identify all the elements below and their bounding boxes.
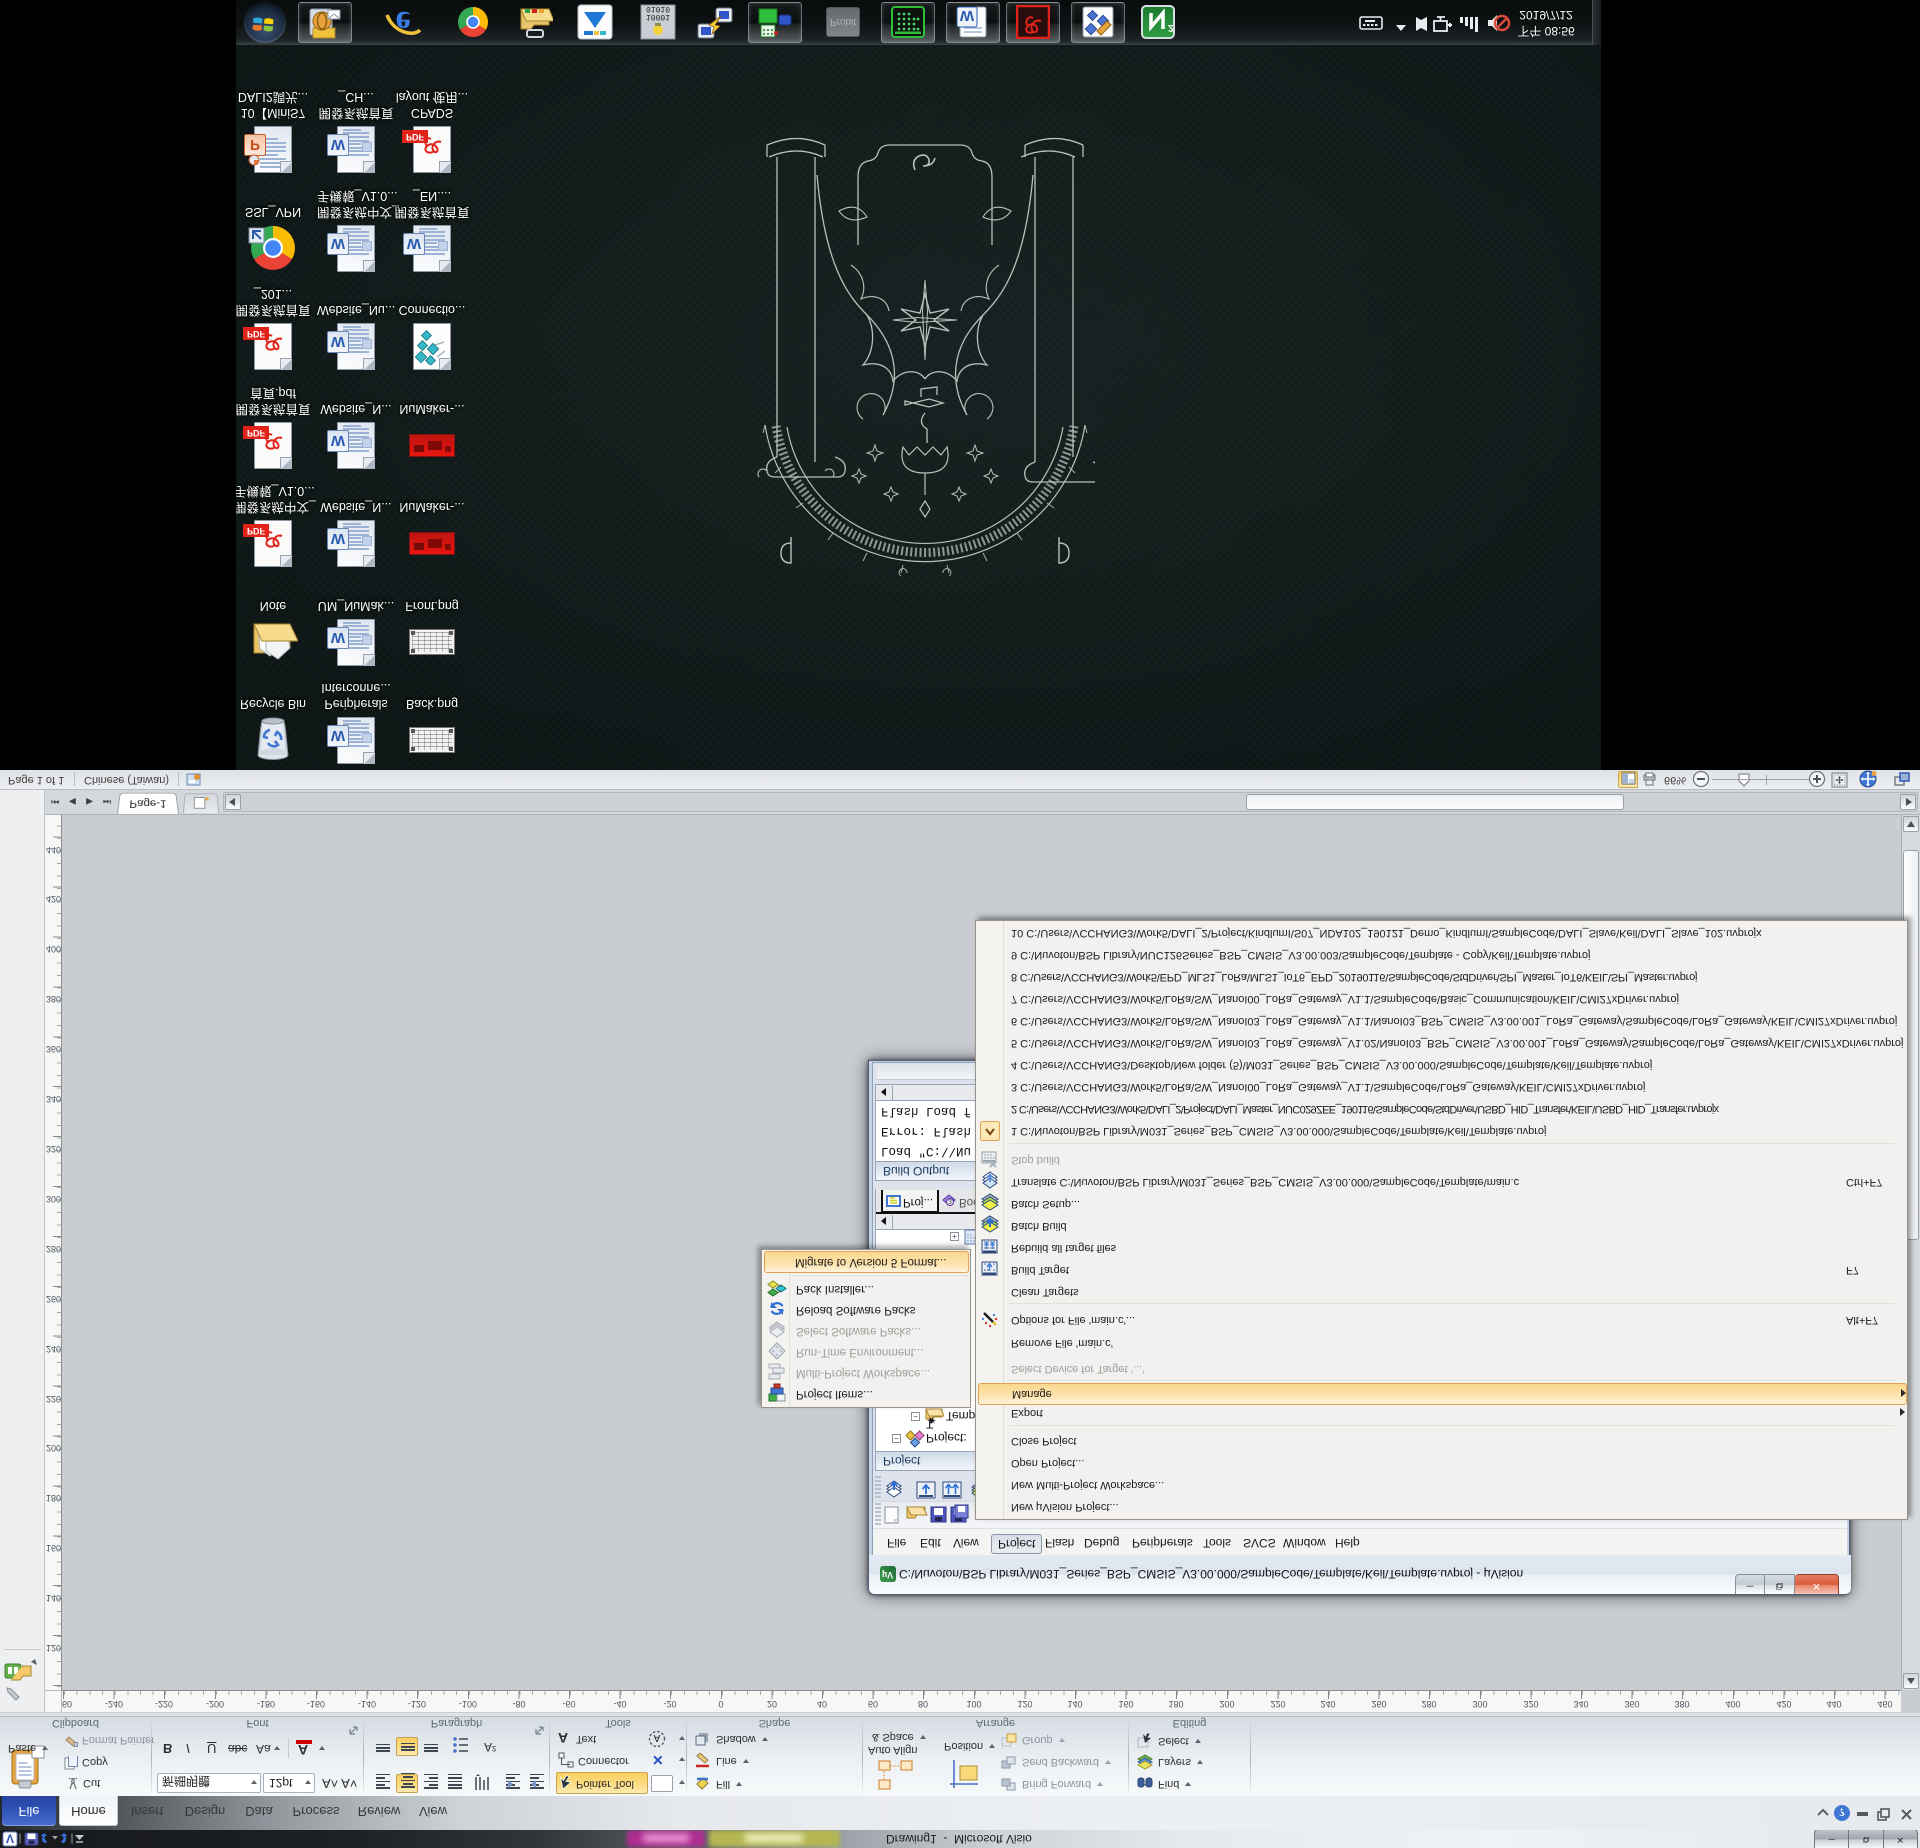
svg-text:10001: 10001 bbox=[646, 13, 670, 22]
svg-text:2: 2 bbox=[1168, 23, 1174, 34]
svg-text:01010: 01010 bbox=[646, 5, 670, 14]
svg-text:A: A bbox=[654, 1732, 661, 1743]
svg-text:W: W bbox=[960, 8, 975, 25]
svg-text:V: V bbox=[6, 1832, 14, 1846]
svg-text:e: e bbox=[395, 5, 410, 42]
svg-text:?: ? bbox=[1839, 1806, 1845, 1820]
